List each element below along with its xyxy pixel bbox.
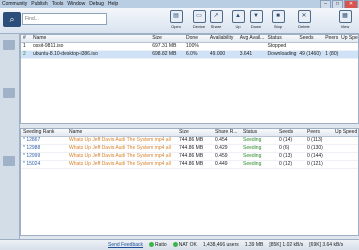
sidebar-item[interactable] [3,88,15,98]
share-icon: ↗ [209,10,223,23]
torrent-list-header: # Name Size Done Availability Avg Avail.… [21,35,358,43]
ratio-indicator[interactable]: Ratio [149,242,167,248]
col-seeding-rank[interactable]: Seeding Rank [21,129,67,136]
col-seeds[interactable]: Seeds [277,129,305,136]
col-up-speed[interactable]: Up Speed [339,35,358,42]
torrent-list: # Name Size Done Availability Avg Avail.… [20,34,359,124]
col-seeds[interactable]: Seeds [297,35,323,42]
menu-help[interactable]: Help [108,1,118,7]
seeding-list: Seeding Rank Name Size Share R... Status… [20,128,359,236]
col-size[interactable]: Size [150,35,184,42]
seeding-row[interactable]: * 12867 Whats Up Jeff Davis Audi The Sys… [21,137,358,145]
stop-icon: ■ [271,10,285,23]
torrent-row[interactable]: 2 ubuntu-8.10-desktop-i386.iso 698.82 MB… [21,51,358,59]
delete-button[interactable]: ✕ Delete [296,10,312,29]
menu-tools[interactable]: Tools [52,1,64,7]
stop-button[interactable]: ■ Stop [270,10,286,29]
torrent-row[interactable]: 1 ossit-9811.iso 697.31 MB 100% Stopped [21,43,358,51]
view-button[interactable]: ▦ View [337,10,353,29]
nat-status[interactable]: NAT OK [172,242,197,248]
menu-debug[interactable]: Debug [89,1,104,7]
down-button[interactable]: ▼ Down [248,10,264,29]
menu-publish[interactable]: Publish [31,1,47,7]
col-share-ratio[interactable]: Share R... [213,129,241,136]
delete-icon: ✕ [297,10,311,23]
seeding-list-header: Seeding Rank Name Size Share R... Status… [21,129,358,137]
up-icon: ▲ [231,10,245,23]
upload-speed[interactable]: [69K] 3.64 kB/s [309,242,343,248]
send-feedback-link[interactable]: Send Feedback [108,242,143,248]
col-name[interactable]: Name [67,129,177,136]
user-count: 1,438,466 users [202,242,239,248]
seeding-row[interactable]: * 12988 Whats Up Jeff Davis Audi The Sys… [21,145,358,153]
col-peers[interactable]: Peers [323,35,339,42]
status-bar: Send Feedback Ratio NAT OK 1,438,466 use… [0,239,359,250]
device-button[interactable]: ▭ Device [191,10,207,29]
col-up-speed[interactable]: Up Speed [333,129,358,136]
col-name[interactable]: Name [31,35,150,42]
col-status[interactable]: Status [266,35,298,42]
up-button[interactable]: ▲ Up [230,10,246,29]
menu-window[interactable]: Window [67,1,85,7]
sidebar-item[interactable] [3,40,15,50]
col-done[interactable]: Done [184,35,208,42]
sidebar-item[interactable] [3,156,15,166]
sidebar [0,34,20,239]
seeding-row[interactable]: * 15024 Whats Up Jeff Davis Audi The Sys… [21,161,358,169]
ratio-icon [149,242,155,248]
search-icon[interactable]: ⌕ [3,12,21,27]
view-icon: ▦ [338,10,352,23]
col-peers[interactable]: Peers [305,129,333,136]
col-number[interactable]: # [21,35,31,42]
share-button[interactable]: ↗ Share [208,10,224,29]
col-size[interactable]: Size [177,129,213,136]
menu-bar: Community Publish Tools Window Debug Hel… [0,0,118,8]
down-icon: ▼ [249,10,263,23]
device-icon: ▭ [192,10,206,23]
open-icon: ▤ [169,10,183,23]
search-input[interactable] [22,13,107,25]
open-button[interactable]: ▤ Open [168,10,184,29]
col-status[interactable]: Status [241,129,277,136]
seeding-row[interactable]: * 12999 Whats Up Jeff Davis Audi The Sys… [21,153,358,161]
menu-community[interactable]: Community [2,1,27,7]
nat-ok-icon [172,242,178,248]
download-speed[interactable]: [85K] 1.02 kB/s [269,242,303,248]
col-avg-avail[interactable]: Avg Avail... [238,35,266,42]
ip-filter: 1.39 MB [244,242,264,248]
col-availability[interactable]: Availability [208,35,238,42]
